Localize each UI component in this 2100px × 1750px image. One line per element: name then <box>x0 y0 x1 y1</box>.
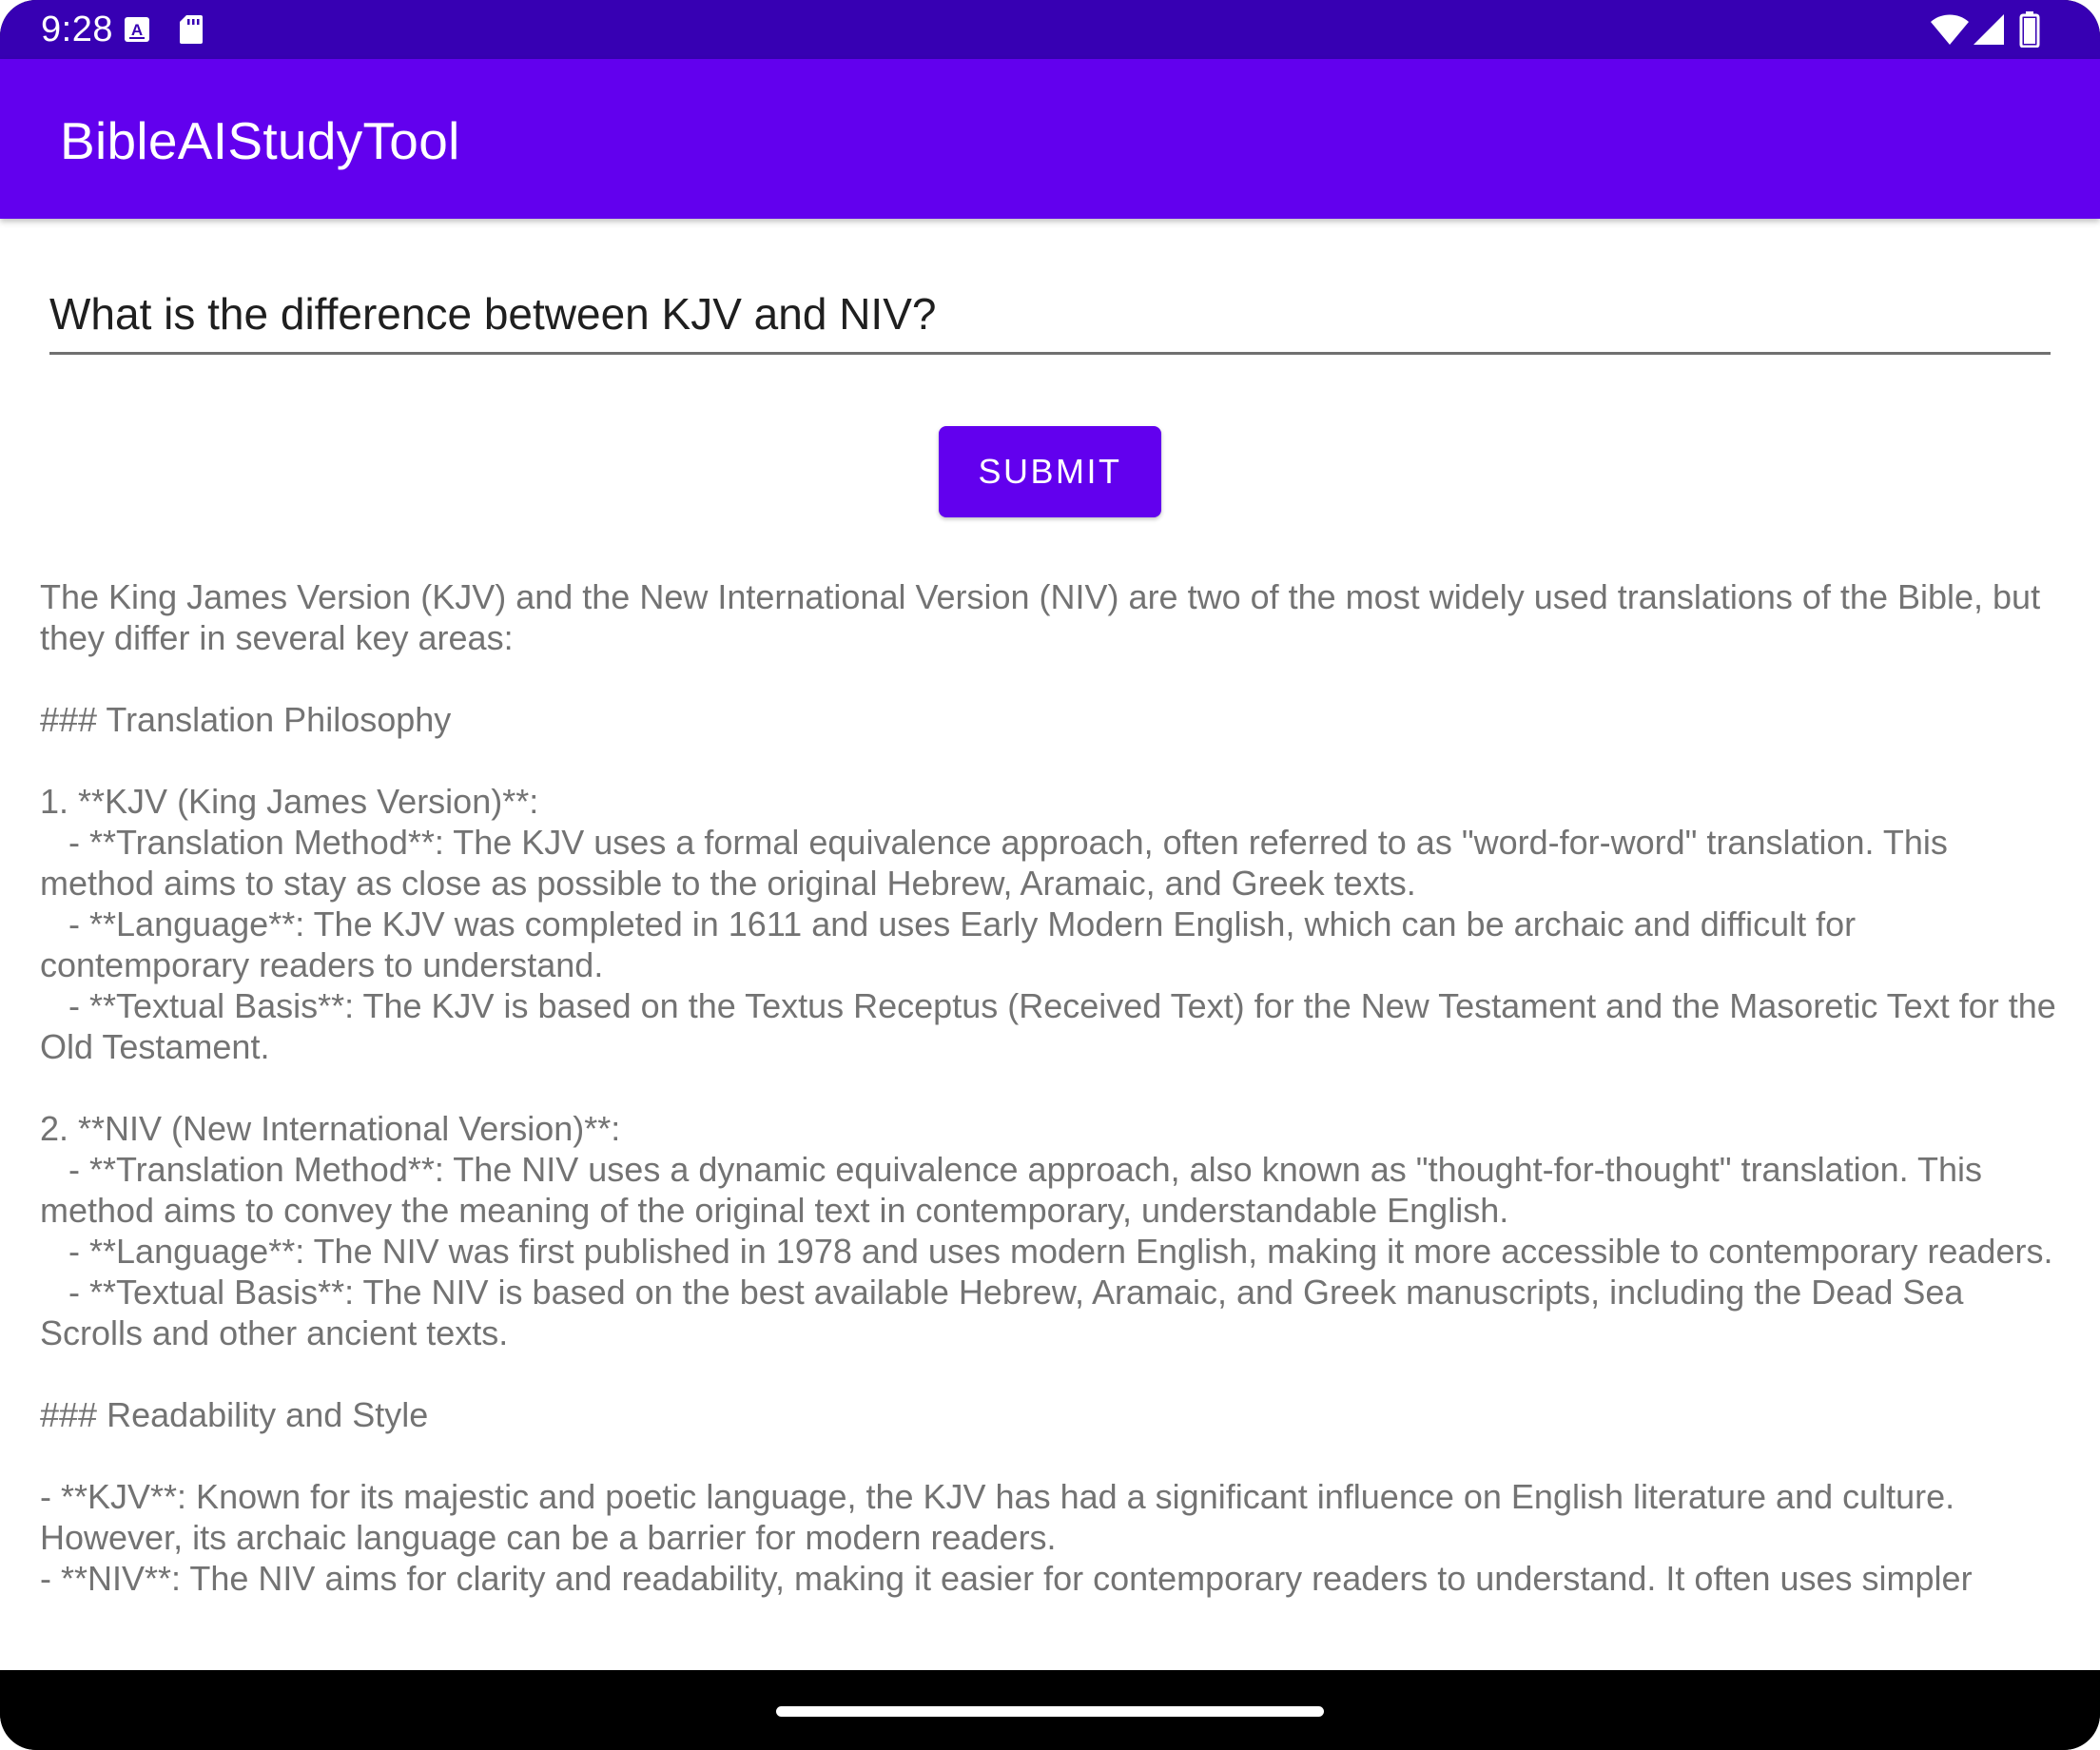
app-bar: BibleAIStudyTool <box>0 59 2100 219</box>
navigation-bar <box>0 1670 2100 1750</box>
sd-card-icon <box>180 15 203 44</box>
submit-button[interactable]: SUBMIT <box>939 426 1161 517</box>
battery-icon <box>2019 11 2040 48</box>
status-bar: 9:28 A <box>0 0 2100 59</box>
response-text: The King James Version (KJV) and the New… <box>40 577 2056 1598</box>
home-gesture-handle[interactable] <box>776 1706 1324 1717</box>
svg-text:A: A <box>131 21 143 39</box>
question-input[interactable] <box>49 276 2051 355</box>
keyboard-a-icon: A <box>125 17 149 42</box>
device-screen: 9:28 A BibleAIStudyTool SUBMIT <box>0 0 2100 1750</box>
app-title: BibleAIStudyTool <box>60 111 460 170</box>
wifi-icon <box>1931 14 1969 45</box>
signal-icon <box>1974 14 2004 45</box>
status-time: 9:28 <box>41 10 113 49</box>
main-content: SUBMIT The King James Version (KJV) and … <box>0 219 2100 1670</box>
